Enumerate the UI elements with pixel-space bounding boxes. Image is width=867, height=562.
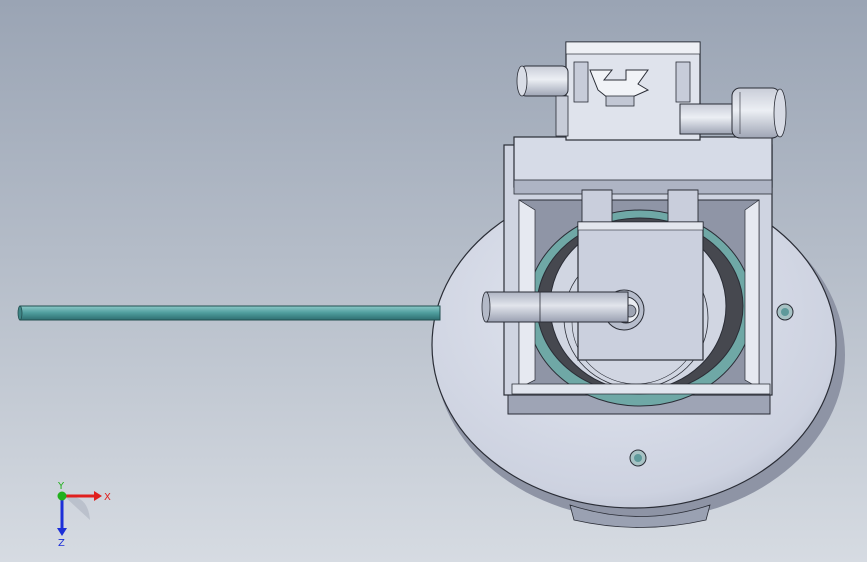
crossbar-face xyxy=(513,136,773,188)
block-ear-right xyxy=(667,189,699,223)
mounting-hole-right-core xyxy=(781,308,789,316)
triad-z-arrow xyxy=(57,528,67,536)
clamp-left-rib xyxy=(573,61,589,103)
right-knob-shaft xyxy=(679,103,739,135)
top-crossbar[interactable] xyxy=(513,136,773,195)
triad-x-arrow xyxy=(94,491,102,501)
long-rod-end xyxy=(17,305,23,321)
right-knob-face xyxy=(773,88,787,138)
left-knob-face xyxy=(516,65,528,97)
triad-y-axis xyxy=(57,491,67,501)
triad-shadow xyxy=(64,495,90,520)
mounting-hole-bottom-core xyxy=(634,454,642,462)
left-knob-stem xyxy=(555,95,569,137)
block-ear-left xyxy=(581,189,613,223)
right-knob-body xyxy=(731,87,781,139)
triad-y-label: Y xyxy=(57,481,65,492)
bracket-right-wall xyxy=(744,199,760,389)
block-body xyxy=(577,221,704,361)
long-rod[interactable] xyxy=(17,305,441,321)
graphics-viewport[interactable]: X Y Z xyxy=(0,0,867,562)
long-rod-body xyxy=(19,305,441,321)
pivot-pin-end xyxy=(481,291,491,323)
bracket-bottom-lip xyxy=(511,383,771,395)
block-top-edge xyxy=(577,221,704,231)
pivot-pin-body xyxy=(485,291,629,323)
left-knob[interactable] xyxy=(516,65,569,137)
crossbar-underside xyxy=(513,179,773,195)
clamp-right-rib xyxy=(675,61,691,103)
view-orientation-triad-icon[interactable]: X Y Z xyxy=(44,480,124,550)
triad-z-label: Z xyxy=(58,538,65,549)
clamp-top-face xyxy=(565,41,701,55)
triad-x-label: X xyxy=(104,492,111,503)
pivot-pin[interactable] xyxy=(481,291,629,323)
clamp-slot-bottom xyxy=(605,95,635,107)
cad-model-view[interactable] xyxy=(0,0,867,562)
